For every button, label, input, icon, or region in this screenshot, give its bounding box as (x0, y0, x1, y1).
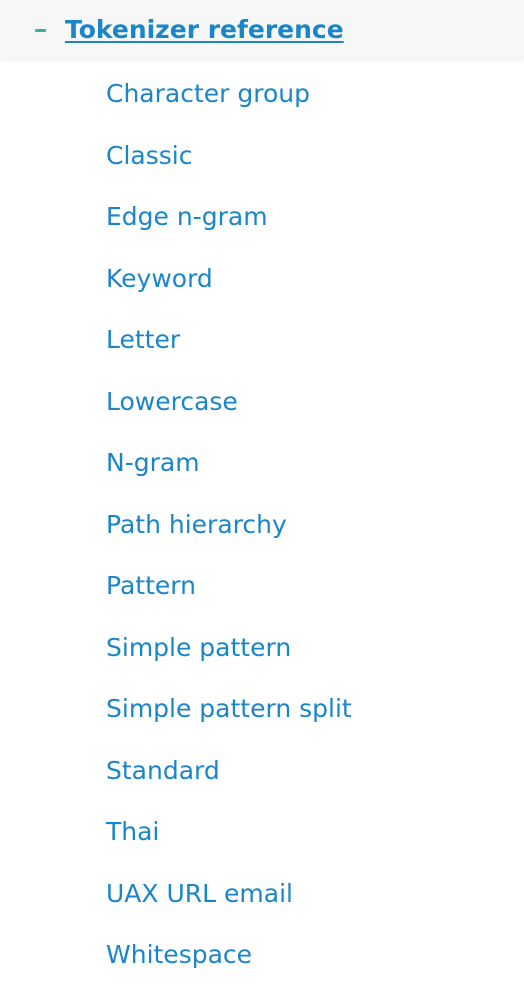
nav-link-character-group[interactable]: Character group (106, 76, 310, 112)
nav-link-thai[interactable]: Thai (106, 814, 159, 850)
list-item: Thai (0, 802, 524, 864)
list-item: Simple pattern split (0, 679, 524, 741)
list-item: Path hierarchy (0, 495, 524, 557)
minus-icon[interactable] (35, 29, 46, 32)
section-header: Tokenizer reference (0, 0, 524, 62)
section-title-link[interactable]: Tokenizer reference (65, 12, 344, 48)
list-item: Simple pattern (0, 618, 524, 680)
tokenizer-list: Character group Classic Edge n-gram Keyw… (0, 64, 524, 987)
nav-link-standard[interactable]: Standard (106, 753, 220, 789)
nav-link-classic[interactable]: Classic (106, 138, 192, 174)
list-item: Keyword (0, 249, 524, 311)
list-item: Lowercase (0, 372, 524, 434)
list-item: UAX URL email (0, 864, 524, 926)
nav-link-edge-ngram[interactable]: Edge n-gram (106, 199, 268, 235)
nav-link-uax-url-email[interactable]: UAX URL email (106, 876, 293, 912)
nav-link-whitespace[interactable]: Whitespace (106, 937, 252, 973)
sidebar-nav: Tokenizer reference Character group Clas… (0, 0, 524, 1002)
nav-link-letter[interactable]: Letter (106, 322, 180, 358)
nav-link-path-hierarchy[interactable]: Path hierarchy (106, 507, 287, 543)
list-item: Pattern (0, 556, 524, 618)
list-item: Standard (0, 741, 524, 803)
nav-link-simple-pattern-split[interactable]: Simple pattern split (106, 691, 352, 727)
nav-link-pattern[interactable]: Pattern (106, 568, 196, 604)
list-item: Edge n-gram (0, 187, 524, 249)
list-item: Whitespace (0, 925, 524, 987)
nav-link-lowercase[interactable]: Lowercase (106, 384, 238, 420)
list-item: N-gram (0, 433, 524, 495)
nav-link-keyword[interactable]: Keyword (106, 261, 213, 297)
list-item: Classic (0, 126, 524, 188)
list-item: Letter (0, 310, 524, 372)
nav-link-ngram[interactable]: N-gram (106, 445, 200, 481)
list-item: Character group (0, 64, 524, 126)
nav-link-simple-pattern[interactable]: Simple pattern (106, 630, 291, 666)
